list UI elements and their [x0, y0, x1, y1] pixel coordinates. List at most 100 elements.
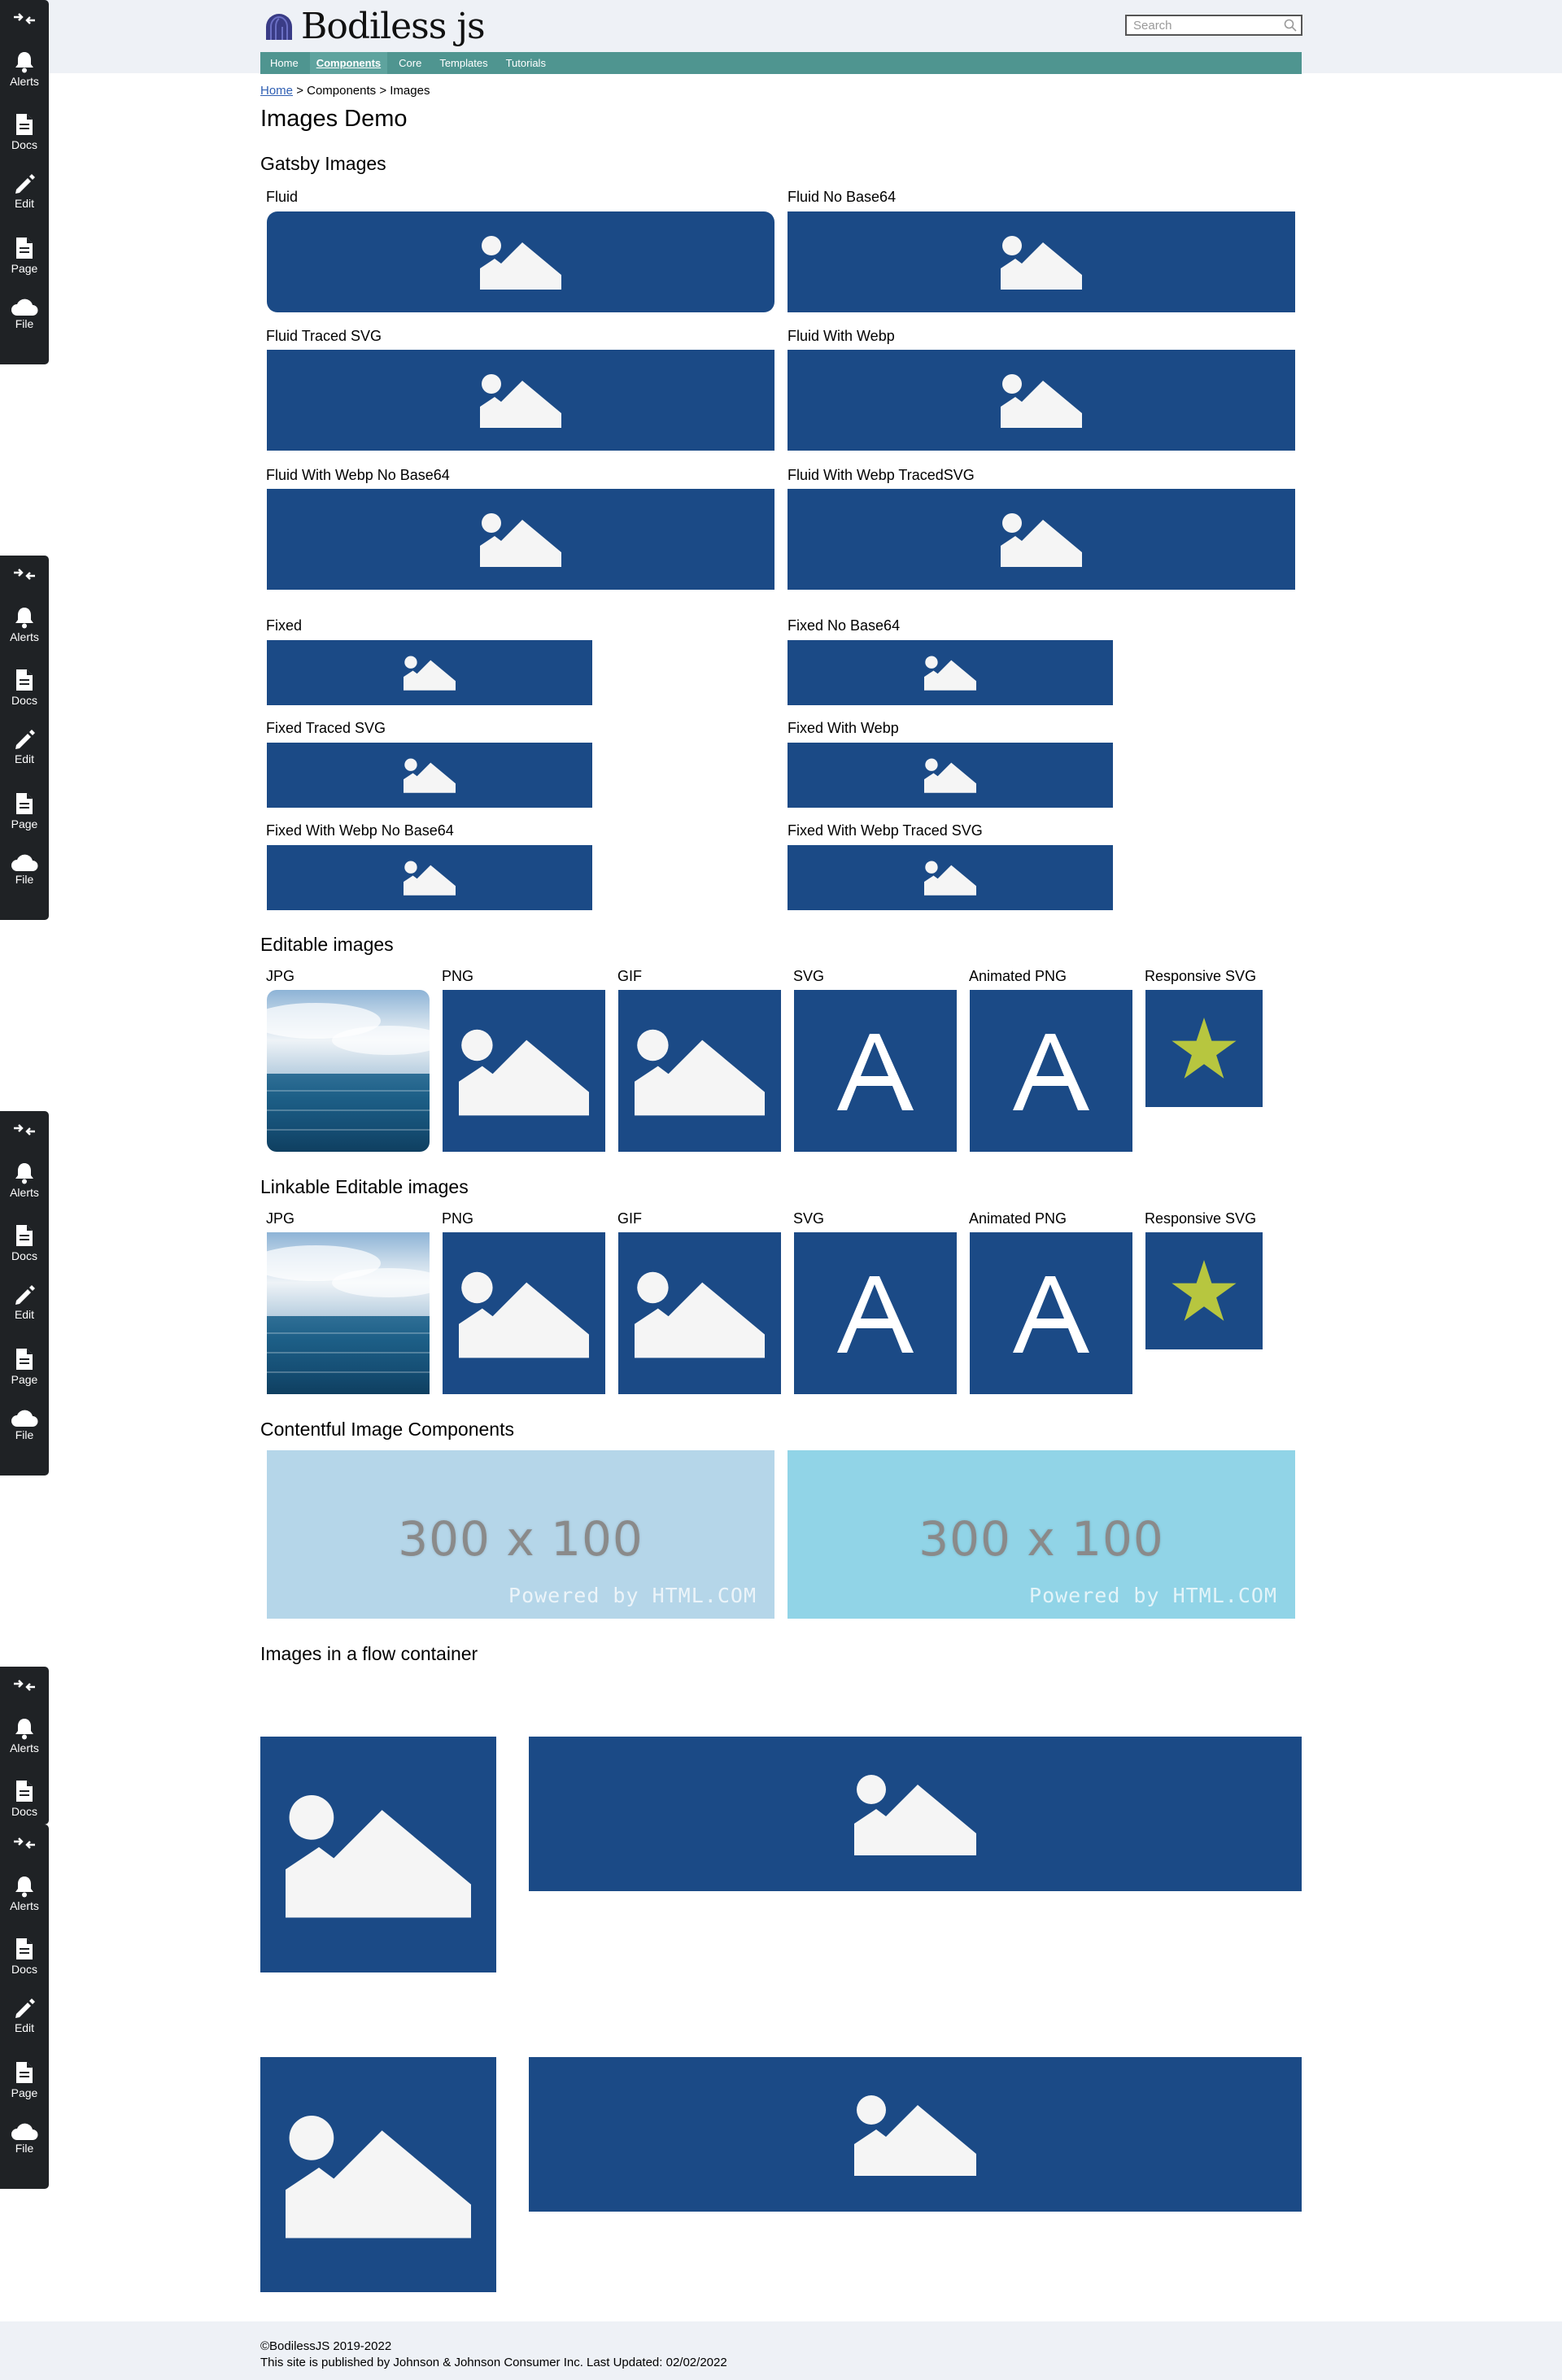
jpg-ocean-image[interactable]	[267, 990, 430, 1152]
nav-home[interactable]: Home	[270, 57, 299, 69]
cloud-icon	[11, 854, 38, 871]
fluid-image[interactable]	[267, 211, 774, 312]
toolbar-page-button[interactable]: Page	[0, 1347, 49, 1386]
toolbar-docs-button[interactable]: Docs	[0, 1937, 49, 1976]
svg-image-link[interactable]	[794, 1232, 957, 1394]
toolbar-label: Page	[11, 817, 38, 830]
page-icon	[16, 1349, 33, 1370]
toolbar-docs-button[interactable]: Docs	[0, 1779, 49, 1818]
collapse-toolbar-button[interactable]	[0, 565, 49, 583]
toolbar-alerts-button[interactable]: Alerts	[0, 1875, 49, 1912]
editor-toolbar: Alerts Docs	[0, 1667, 49, 1824]
toolbar-file-button[interactable]: File	[0, 1409, 49, 1441]
fixed-with-webp-image[interactable]	[788, 743, 1113, 808]
nav-components[interactable]: Components	[309, 52, 388, 74]
search-icon[interactable]	[1283, 18, 1298, 33]
logo-mark-icon	[266, 14, 292, 40]
image-label: Fixed Traced SVG	[266, 720, 386, 736]
toolbar-docs-button[interactable]: Docs	[0, 1223, 49, 1262]
nav-templates[interactable]: Templates	[439, 57, 487, 69]
fixed-no-base64-image[interactable]	[788, 640, 1113, 705]
toolbar-label: Docs	[11, 1805, 37, 1818]
toolbar-label: Alerts	[10, 75, 39, 88]
letter-a-icon	[1013, 1033, 1089, 1110]
image-label: Fluid Traced SVG	[266, 328, 382, 344]
contentful-image-2[interactable]: 300 x 100 Powered by HTML.COM	[788, 1450, 1295, 1619]
toolbar-edit-button[interactable]: Edit	[0, 174, 49, 210]
collapse-arrows-icon	[14, 1124, 35, 1136]
editable-images-title: Editable images	[260, 934, 394, 955]
document-icon	[16, 1938, 33, 1959]
gif-image-link[interactable]	[618, 1232, 781, 1394]
toolbar-alerts-button[interactable]: Alerts	[0, 1717, 49, 1754]
toolbar-label: File	[15, 873, 34, 886]
toolbar-label: File	[15, 1428, 34, 1441]
flow-wide-image[interactable]	[529, 2057, 1302, 2212]
image-label: Fixed With Webp	[788, 720, 899, 736]
svg-image[interactable]	[794, 990, 957, 1152]
editor-toolbar: Alerts Docs Edit Page File	[0, 0, 49, 364]
flow-wide-image[interactable]	[529, 1737, 1302, 1891]
animated-png-image[interactable]	[970, 990, 1132, 1152]
toolbar-file-button[interactable]: File	[0, 853, 49, 886]
toolbar-page-button[interactable]: Page	[0, 236, 49, 275]
search-input[interactable]	[1127, 16, 1273, 34]
image-label: PNG	[442, 1210, 474, 1227]
toolbar-docs-button[interactable]: Docs	[0, 668, 49, 707]
jpg-ocean-image-link[interactable]	[267, 1232, 430, 1394]
toolbar-label: Alerts	[10, 1741, 39, 1754]
toolbar-docs-button[interactable]: Docs	[0, 112, 49, 151]
image-label: JPG	[266, 968, 295, 984]
flow-square-image[interactable]	[260, 1737, 496, 1972]
gif-image[interactable]	[618, 990, 781, 1152]
fixed-with-webp-no-base64-image[interactable]	[267, 845, 592, 910]
png-image[interactable]	[443, 990, 605, 1152]
collapse-toolbar-button[interactable]	[0, 1676, 49, 1694]
fixed-image[interactable]	[267, 640, 592, 705]
responsive-svg-image[interactable]	[1145, 990, 1263, 1107]
letter-a-icon	[1013, 1275, 1089, 1353]
image-placeholder-icon	[1001, 374, 1082, 428]
fixed-traced-svg-image[interactable]	[267, 743, 592, 808]
pencil-icon	[15, 1999, 35, 2018]
nav-core[interactable]: Core	[399, 57, 421, 69]
toolbar-page-button[interactable]: Page	[0, 791, 49, 830]
nav-tutorials[interactable]: Tutorials	[506, 57, 546, 69]
fluid-with-webp-no-base64-image[interactable]	[267, 489, 774, 590]
toolbar-edit-button[interactable]: Edit	[0, 1285, 49, 1321]
search-box[interactable]	[1125, 15, 1302, 36]
image-label: Animated PNG	[969, 968, 1067, 984]
toolbar-label: Alerts	[10, 1899, 39, 1912]
fluid-with-webp-tracedsvg-image[interactable]	[788, 489, 1295, 590]
toolbar-label: Edit	[14, 1308, 35, 1321]
flow-square-image[interactable]	[260, 2057, 496, 2292]
bell-icon	[15, 1877, 33, 1898]
toolbar-alerts-button[interactable]: Alerts	[0, 606, 49, 643]
fluid-with-webp-image[interactable]	[788, 350, 1295, 451]
toolbar-file-button[interactable]: File	[0, 298, 49, 330]
image-label: GIF	[617, 1210, 642, 1227]
fluid-traced-svg-image[interactable]	[267, 350, 774, 451]
toolbar-alerts-button[interactable]: Alerts	[0, 1162, 49, 1199]
breadcrumb-home-link[interactable]: Home	[260, 84, 293, 98]
toolbar-edit-button[interactable]: Edit	[0, 1999, 49, 2034]
contentful-image-1[interactable]: 300 x 100 Powered by HTML.COM	[267, 1450, 774, 1619]
site-logo[interactable]: Bodiless js	[264, 5, 486, 47]
collapse-toolbar-button[interactable]	[0, 10, 49, 28]
png-image-link[interactable]	[443, 1232, 605, 1394]
image-placeholder-icon	[924, 758, 976, 793]
collapse-toolbar-button[interactable]	[0, 1834, 49, 1852]
toolbar-edit-button[interactable]: Edit	[0, 730, 49, 765]
animated-png-image-link[interactable]	[970, 1232, 1132, 1394]
main-nav: Home Components Core Templates Tutorials	[260, 52, 1302, 74]
image-label: Fluid No Base64	[788, 189, 897, 205]
fluid-no-base64-image[interactable]	[788, 211, 1295, 312]
fixed-with-webp-traced-svg-image[interactable]	[788, 845, 1113, 910]
collapse-toolbar-button[interactable]	[0, 1121, 49, 1139]
responsive-svg-image-link[interactable]	[1145, 1232, 1263, 1349]
editor-toolbar: Alerts Docs Edit Page File	[0, 556, 49, 920]
toolbar-file-button[interactable]: File	[0, 2122, 49, 2155]
toolbar-page-button[interactable]: Page	[0, 2060, 49, 2099]
toolbar-alerts-button[interactable]: Alerts	[0, 50, 49, 88]
linkable-images-title: Linkable Editable images	[260, 1176, 469, 1197]
